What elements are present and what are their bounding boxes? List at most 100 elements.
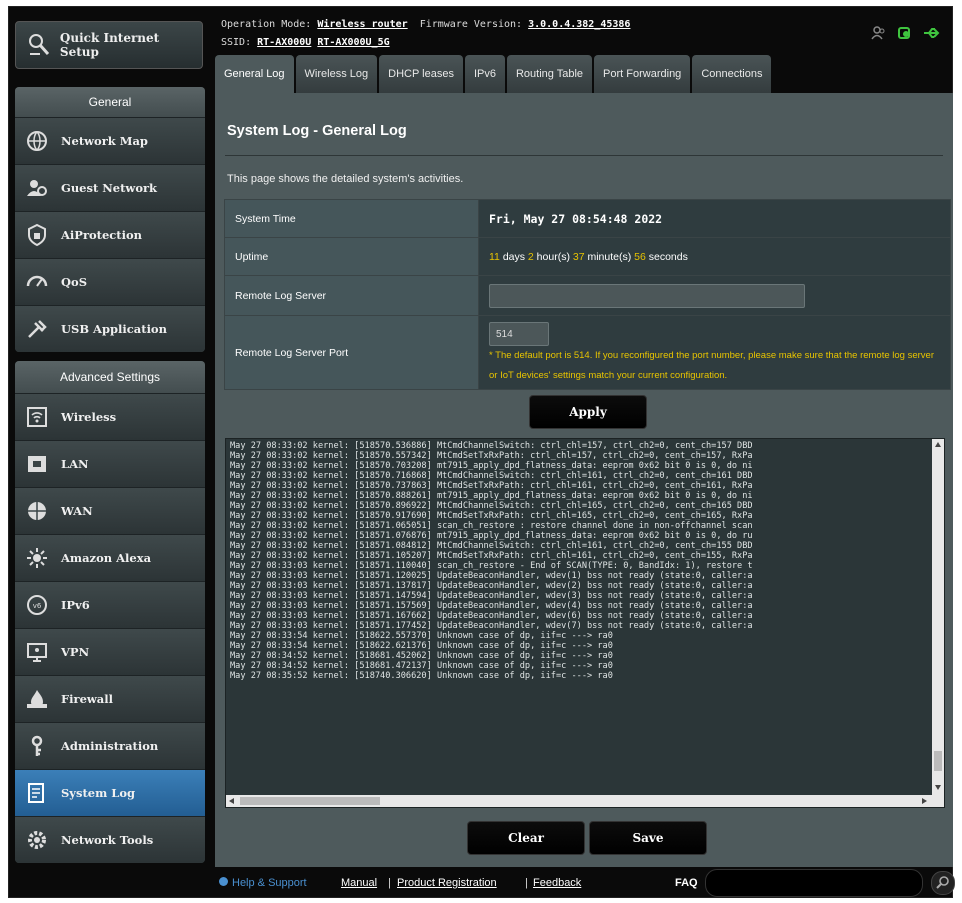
operation-info: Operation Mode: Wireless router Firmware… [221,19,631,30]
port-note: * The default port is 514. If you reconf… [489,350,934,381]
sidebar-item-label: Wireless [61,410,117,424]
help-icon [219,877,228,886]
sidebar-item-firewall[interactable]: Firewall [15,675,205,722]
remote-log-server-label: Remote Log Server [224,275,479,316]
remote-log-port-label: Remote Log Server Port [224,315,479,390]
sidebar-item-ipv6[interactable]: v6 IPv6 [15,581,205,628]
sidebar-item-label: System Log [61,786,136,800]
sidebar-item-vpn[interactable]: VPN [15,628,205,675]
tab-connections[interactable]: Connections [692,55,772,93]
sidebar-item-lan[interactable]: LAN [15,440,205,487]
general-header: General [15,87,205,117]
log-vertical-scrollbar[interactable] [932,439,944,795]
aiprotection-icon [23,221,51,249]
sidebar-item-label: QoS [61,275,87,289]
system-info-table: System Time Fri, May 27 08:54:48 2022 Up… [224,199,951,390]
users-icon[interactable] [871,25,887,41]
sidebar-item-label: WAN [61,504,93,518]
sidebar-item-network-map[interactable]: Network Map [15,117,205,164]
log-textarea[interactable]: May 27 08:33:02 kernel: [518570.536886] … [225,438,945,808]
sidebar-item-usb-application[interactable]: USB Application [15,305,205,352]
help-support-link[interactable]: Help & Support [219,877,307,889]
tab-wireless-log[interactable]: Wireless Log [295,55,378,93]
lan-icon [23,450,51,478]
remote-log-port-input[interactable] [489,322,549,346]
clear-button[interactable]: Clear [467,821,585,855]
router-admin-window: Quick Internet Setup General Network Map… [8,6,955,898]
remote-log-server-input[interactable] [489,283,805,308]
network-map-icon [23,127,51,155]
log-horizontal-scrollbar[interactable] [226,795,944,807]
amazon-alexa-icon [23,544,51,572]
wireless-icon [23,403,51,431]
operation-mode-link[interactable]: Wireless router [317,19,407,30]
page-description: This page shows the detailed system's ac… [227,173,464,185]
tab-dhcp-leases[interactable]: DHCP leases [379,55,463,93]
sidebar-item-label: USB Application [61,322,167,336]
sidebar-item-qos[interactable]: QoS [15,258,205,305]
sidebar-item-label: Administration [61,739,159,753]
sidebar-item-guest-network[interactable]: Guest Network [15,164,205,211]
ssid-info: SSID: RT-AX000U RT-AX000U_5G [221,37,390,48]
system-log-icon [23,779,51,807]
footer-separator-2: | [525,877,528,889]
ipv6-icon: v6 [23,591,51,619]
sidebar-item-administration[interactable]: Administration [15,722,205,769]
log-tabs: General Log Wireless Log DHCP leases IPv6 Ro… [215,55,772,93]
wan-icon [23,497,51,525]
log-content: May 27 08:33:02 kernel: [518570.536886] … [230,441,753,681]
system-time-value: Fri, May 27 08:54:48 2022 [478,199,951,238]
sidebar-item-label: Guest Network [61,181,158,195]
page-title: System Log - General Log [227,123,407,139]
sidebar-item-label: Firewall [61,692,113,706]
quick-setup-icon [24,30,54,60]
sidebar-item-label: Network Map [61,134,148,148]
manual-link[interactable]: Manual [341,877,377,889]
internet-status-icon[interactable] [897,25,913,41]
sidebar-item-wan[interactable]: WAN [15,487,205,534]
sidebar-item-amazon-alexa[interactable]: Amazon Alexa [15,534,205,581]
sidebar-item-label: Amazon Alexa [61,551,152,565]
advanced-section: Advanced Settings Wireless LAN WAN Amazon A… [15,361,205,863]
title-divider [225,155,943,156]
tab-port-forwarding[interactable]: Port Forwarding [594,55,691,93]
guest-network-icon [23,174,51,202]
sidebar-item-wireless[interactable]: Wireless [15,393,205,440]
qos-icon [23,268,51,296]
network-tools-icon [23,826,51,854]
advanced-header: Advanced Settings [15,361,205,393]
sidebar-item-system-log[interactable]: System Log [15,769,205,816]
sidebar: Quick Internet Setup General Network Map… [15,13,205,891]
tab-ipv6[interactable]: IPv6 [464,55,505,93]
quick-internet-setup-button[interactable]: Quick Internet Setup [15,21,203,69]
sidebar-item-label: IPv6 [61,598,90,612]
uptime-value: 11 days 2 hour(s) 37 minute(s) 56 second… [478,237,951,276]
search-icon[interactable] [931,871,955,895]
faq-label: FAQ [675,877,698,889]
sidebar-item-label: Network Tools [61,833,154,847]
apply-button[interactable]: Apply [529,395,647,429]
vpn-icon [23,638,51,666]
faq-search-input[interactable] [705,869,923,897]
ssid-1-link[interactable]: RT-AX000U [257,37,311,48]
footer-separator-1: | [388,877,391,889]
feedback-link[interactable]: Feedback [533,877,581,889]
tab-routing-table[interactable]: Routing Table [506,55,593,93]
sidebar-item-label: AiProtection [61,228,143,242]
sidebar-item-network-tools[interactable]: Network Tools [15,816,205,863]
product-registration-link[interactable]: Product Registration [397,877,497,889]
quick-setup-label: Quick Internet Setup [59,31,160,59]
administration-icon [23,732,51,760]
svg-text:v6: v6 [33,602,42,610]
firewall-icon [23,685,51,713]
ssid-2-link[interactable]: RT-AX000U_5G [317,37,389,48]
general-section: General Network Map Guest Network AiProtec… [15,87,205,352]
sidebar-item-aiprotection[interactable]: AiProtection [15,211,205,258]
system-time-label: System Time [224,199,479,238]
usb-application-icon [23,315,51,343]
firmware-version-link[interactable]: 3.0.0.4.382_45386 [528,19,630,30]
tab-general-log[interactable]: General Log [215,55,294,93]
sidebar-item-label: VPN [61,645,90,659]
usb-status-icon[interactable] [923,25,941,41]
save-button[interactable]: Save [589,821,707,855]
